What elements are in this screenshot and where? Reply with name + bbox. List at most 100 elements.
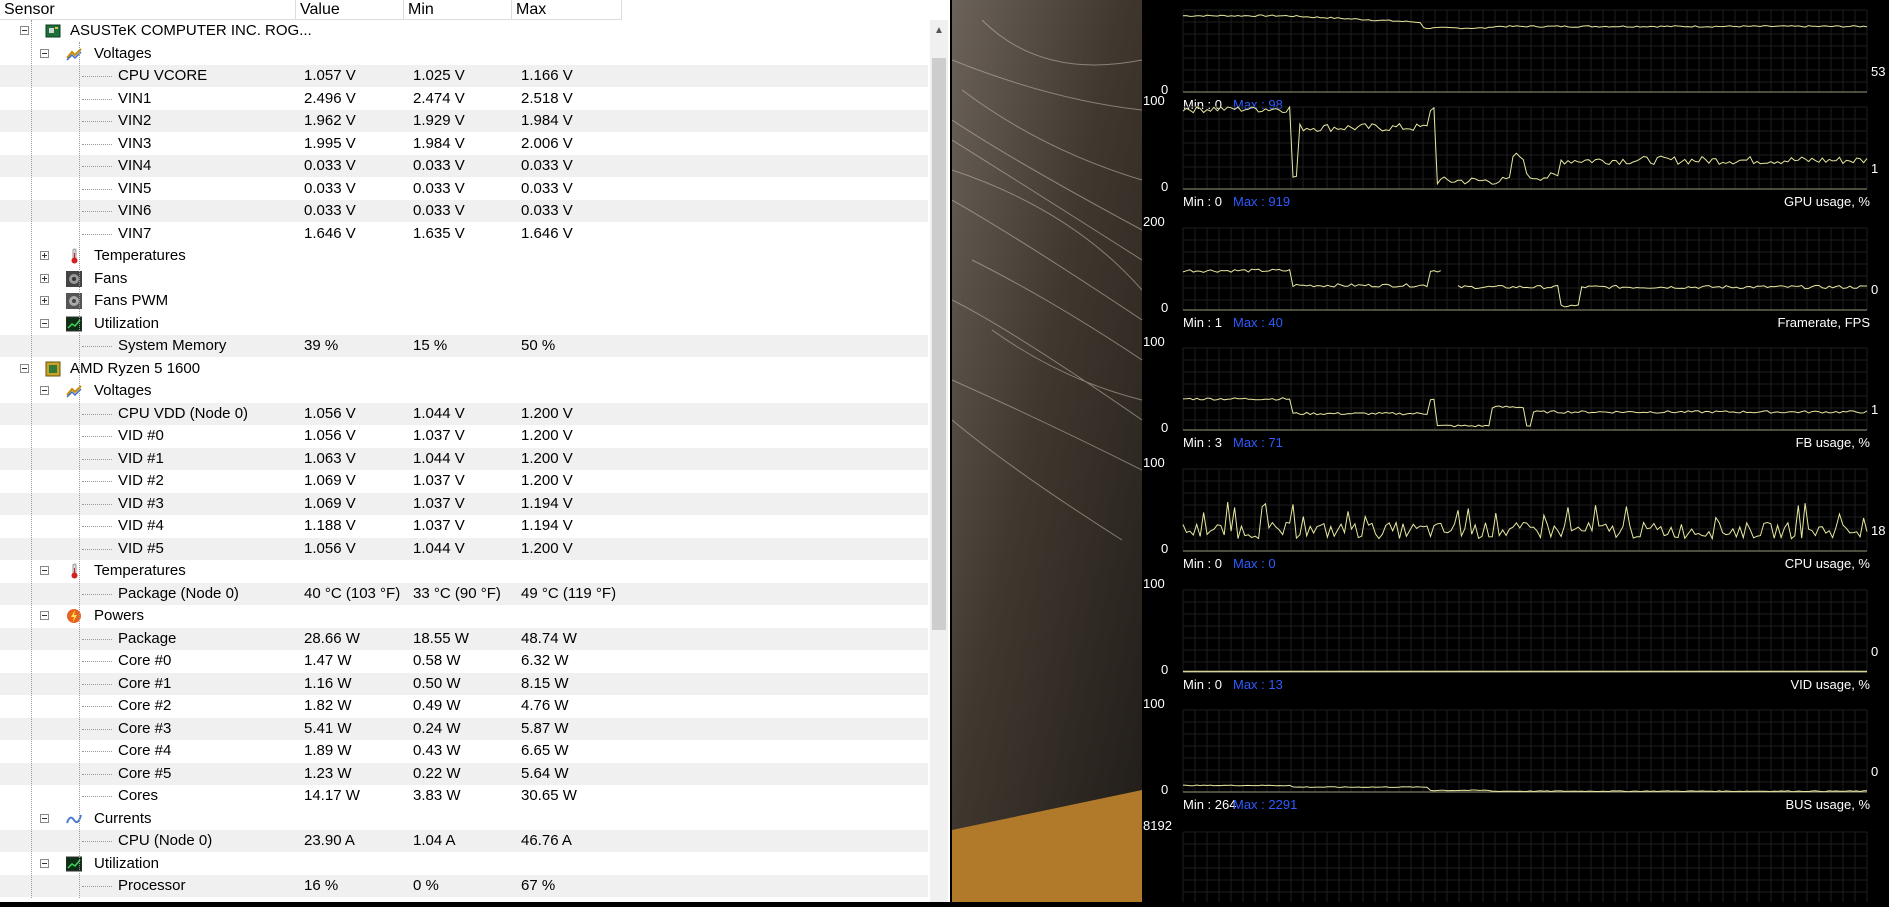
tree-connector (82, 548, 112, 550)
graph-4: 100 0 18 Min : 0 Max : 0 CPU usage, % (1143, 455, 1885, 571)
sensor-row[interactable]: VIN6 0.033 V 0.033 V 0.033 V (0, 200, 928, 222)
graph-current-value: 0 (1871, 644, 1878, 659)
sensor-panel: Sensor Value Min Max ASUSTeK COMPUTER IN… (0, 0, 950, 902)
expand-toggle-icon[interactable] (40, 251, 49, 260)
collapse-toggle-icon[interactable] (40, 858, 49, 868)
group-node[interactable]: Utilization (0, 313, 928, 335)
collapse-toggle-icon[interactable] (40, 318, 49, 328)
sensor-min: 15 % (413, 337, 448, 354)
graph-min-label: Min : 0 (1183, 194, 1222, 209)
sensor-row[interactable]: VIN4 0.033 V 0.033 V 0.033 V (0, 155, 928, 177)
graph-max-label: Max : 2291 (1233, 797, 1297, 812)
node-label: VIN5 (118, 179, 152, 197)
sensor-row[interactable]: Core #4 1.89 W 0.43 W 6.65 W (0, 740, 928, 762)
graph-title: GPU usage, % (1784, 194, 1870, 209)
sensor-value: 1.188 V (304, 517, 356, 534)
group-node[interactable]: Fans PWM (0, 290, 928, 312)
sensor-value: 1.995 V (304, 134, 356, 152)
sensor-row[interactable]: Processor 16 % 0 % 67 % (0, 875, 928, 897)
sensor-row[interactable]: VIN7 1.646 V 1.635 V 1.646 V (0, 223, 928, 245)
tree-connector (82, 436, 112, 437)
sensor-value: 1.069 V (304, 494, 356, 512)
sensor-row[interactable]: VIN2 1.962 V 1.929 V 1.984 V (0, 110, 928, 132)
tree-connector (82, 503, 112, 505)
node-label: Core #4 (118, 742, 172, 759)
sensor-row[interactable]: CPU (Node 0) 23.90 A 1.04 A 46.76 A (0, 830, 928, 852)
expand-toggle-icon[interactable] (40, 273, 49, 283)
sensor-row[interactable]: VIN5 0.033 V 0.033 V 0.033 V (0, 178, 928, 200)
group-node[interactable]: Currents (0, 808, 928, 830)
wallpaper-image (952, 0, 1142, 902)
group-node[interactable]: Temperatures (0, 245, 928, 267)
sensor-row[interactable]: VID #0 1.056 V 1.037 V 1.200 V (0, 425, 928, 447)
sensor-min: 2.474 V (413, 89, 465, 107)
collapse-toggle-icon[interactable] (40, 386, 49, 395)
group-node[interactable]: Powers (0, 605, 928, 627)
sensor-row[interactable]: Core #3 5.41 W 0.24 W 5.87 W (0, 717, 928, 740)
scrollbar-thumb[interactable] (932, 58, 946, 630)
tree-connector (82, 661, 112, 662)
sensor-row[interactable]: Package 28.66 W 18.55 W 48.74 W (0, 627, 928, 650)
device-node[interactable]: ASUSTeK COMPUTER INC. ROG... (0, 20, 928, 42)
collapse-toggle-icon[interactable] (40, 611, 49, 620)
collapse-toggle-icon[interactable] (40, 813, 49, 823)
max-column-header[interactable]: Max (512, 0, 622, 20)
min-column-header[interactable]: Min (404, 0, 512, 20)
graph-title: BUS usage, % (1785, 797, 1870, 812)
node-label: Voltages (94, 44, 152, 62)
sensor-value: 1.056 V (304, 539, 356, 557)
node-label: VID #4 (118, 517, 164, 534)
sensor-max: 1.194 V (521, 517, 573, 534)
sensor-row[interactable]: Core #2 1.82 W 0.49 W 4.76 W (0, 695, 928, 717)
group-node[interactable]: Fans (0, 268, 928, 290)
tree-line (31, 20, 32, 898)
value-column-header[interactable]: Value (296, 0, 404, 20)
sensor-min: 3.83 W (413, 787, 461, 804)
sensor-row[interactable]: Core #0 1.47 W 0.58 W 6.32 W (0, 650, 928, 672)
sensor-row[interactable]: VID #1 1.063 V 1.044 V 1.200 V (0, 447, 928, 470)
sensor-max: 1.166 V (521, 67, 573, 84)
scroll-up-arrow-icon[interactable]: ▲ (934, 26, 944, 36)
sensor-row[interactable]: Core #1 1.16 W 0.50 W 8.15 W (0, 672, 928, 695)
sensor-max: 1.200 V (521, 449, 573, 467)
collapse-toggle-icon[interactable] (40, 566, 49, 575)
sensor-row[interactable]: VIN1 2.496 V 2.474 V 2.518 V (0, 88, 928, 110)
collapse-toggle-icon[interactable] (20, 26, 29, 35)
group-node[interactable]: Voltages (0, 380, 928, 402)
sensor-column-header[interactable]: Sensor (0, 0, 296, 20)
sensor-row[interactable]: CPU VDD (Node 0) 1.056 V 1.044 V 1.200 V (0, 402, 928, 425)
tree-connector (82, 143, 112, 145)
sensor-max: 1.200 V (521, 427, 573, 444)
sensor-row[interactable]: Core #5 1.23 W 0.22 W 5.64 W (0, 762, 928, 785)
tree-connector (82, 413, 112, 415)
graph-trace (1182, 397, 1868, 428)
graph-2: 200 0 0 Min : 1 Max : 40 Framerate, FPS (1143, 214, 1878, 330)
sensor-row[interactable]: VID #5 1.056 V 1.044 V 1.200 V (0, 537, 928, 560)
device-node[interactable]: AMD Ryzen 5 1600 (0, 358, 928, 380)
group-node[interactable]: Temperatures (0, 560, 928, 582)
vertical-scrollbar[interactable]: ▲ (930, 20, 948, 902)
collapse-toggle-icon[interactable] (40, 48, 49, 58)
sensor-row[interactable]: VID #4 1.188 V 1.037 V 1.194 V (0, 515, 928, 537)
sensor-min: 0.033 V (413, 179, 465, 197)
tree-line (79, 42, 80, 898)
sensor-row[interactable]: Cores 14.17 W 3.83 W 30.65 W (0, 785, 928, 807)
sensor-min: 0.033 V (413, 202, 465, 219)
sensor-row[interactable]: Package (Node 0) 40 °C (103 °F) 33 °C (90 … (0, 582, 928, 605)
sensor-row[interactable]: VID #2 1.069 V 1.037 V 1.200 V (0, 470, 928, 492)
graph-0: 053Min : 0 Max : 98 (1161, 9, 1885, 112)
sensor-row[interactable]: CPU VCORE 1.057 V 1.025 V 1.166 V (0, 65, 928, 87)
node-label: Core #3 (118, 719, 172, 737)
sensor-value: 1.646 V (304, 224, 356, 242)
sensor-row[interactable]: VIN3 1.995 V 1.984 V 2.006 V (0, 133, 928, 155)
graph-trace (1182, 784, 1867, 793)
sensor-max: 2.006 V (521, 134, 573, 152)
sensor-row[interactable]: VID #3 1.069 V 1.037 V 1.194 V (0, 492, 928, 515)
sensor-value: 1.063 V (304, 449, 356, 467)
group-node[interactable]: Voltages (0, 43, 928, 65)
sensor-value: 1.16 W (304, 674, 352, 692)
collapse-toggle-icon[interactable] (20, 363, 29, 373)
group-node[interactable]: Utilization (0, 853, 928, 875)
expand-toggle-icon[interactable] (40, 296, 49, 305)
sensor-row[interactable]: System Memory 39 % 15 % 50 % (0, 335, 928, 357)
